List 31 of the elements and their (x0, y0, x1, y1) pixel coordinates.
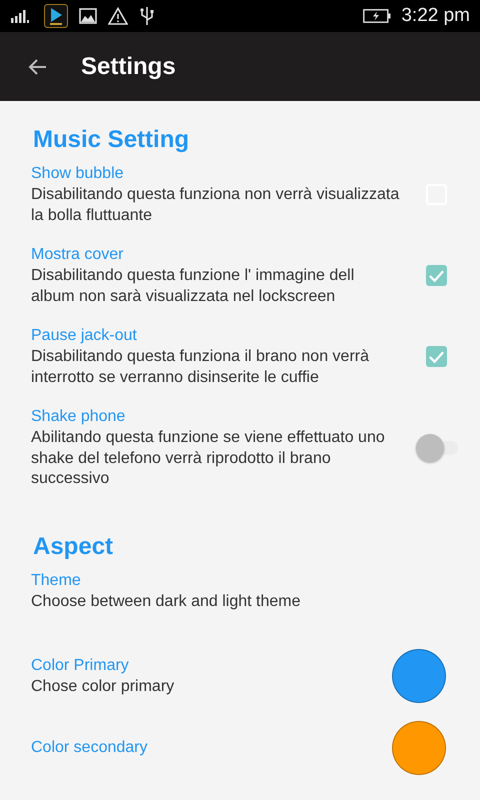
usb-icon (139, 6, 155, 26)
image-icon (79, 8, 97, 24)
color-swatch[interactable] (392, 649, 446, 703)
color-swatch[interactable] (392, 721, 446, 775)
item-summary: Abilitando questa funzione se viene effettuato uno shake del telefono verrà riprodotto il brano successivo (31, 428, 386, 489)
item-title: Show bubble (31, 164, 124, 184)
settings-item[interactable]: Shake phone Abilitando questa funzione se viene effettuato uno shake del telefono verrà riprodotto il brano successivo (0, 406, 480, 508)
clock-time: 3:22 pm (401, 5, 470, 27)
settings-item[interactable]: Mostra cover Disabilitando questa funzione l' immagine dell album non sarà visualizzata nel lockscreen (0, 244, 480, 325)
item-title: Color secondary (31, 738, 148, 758)
item-title: Pause jack-out (31, 326, 137, 346)
item-summary: Disabilitando questa funziona non verrà visualizzata la bolla fluttuante (31, 185, 400, 226)
checkbox[interactable] (426, 346, 447, 367)
item-summary: Disabilitando questa funziona il brano non verrà interrotto se verranno disinserite le cuffie (31, 347, 370, 388)
checkbox[interactable] (426, 265, 447, 286)
settings-item[interactable]: Pause jack-out Disabilitando questa funziona il brano non verrà interrotto se verranno disinserite le cuffie (0, 325, 480, 406)
item-title: Mostra cover (31, 245, 124, 265)
section-heading: Aspect (33, 532, 114, 562)
settings-item[interactable]: Theme Choose between dark and light theme (0, 570, 480, 648)
item-title: Color Primary (31, 656, 129, 676)
item-title: Shake phone (31, 407, 126, 427)
item-summary: Disabilitando questa funzione l' immagine dell album non sarà visualizzata nel lockscreen (31, 266, 356, 306)
battery-charging-icon (363, 9, 392, 23)
item-summary: Chose color primary (31, 676, 176, 697)
screen-title: Settings (81, 52, 176, 80)
item-title: Theme (31, 570, 81, 590)
settings-item[interactable]: Color Primary Chose color primary (0, 648, 480, 720)
settings-item[interactable]: Show bubble Disabilitando questa funziona non verrà visualizzata la bolla fluttuante (0, 163, 480, 244)
section-heading: Music Setting (33, 125, 190, 155)
item-summary: Choose between dark and light theme (31, 592, 302, 612)
warning-icon (108, 7, 128, 25)
